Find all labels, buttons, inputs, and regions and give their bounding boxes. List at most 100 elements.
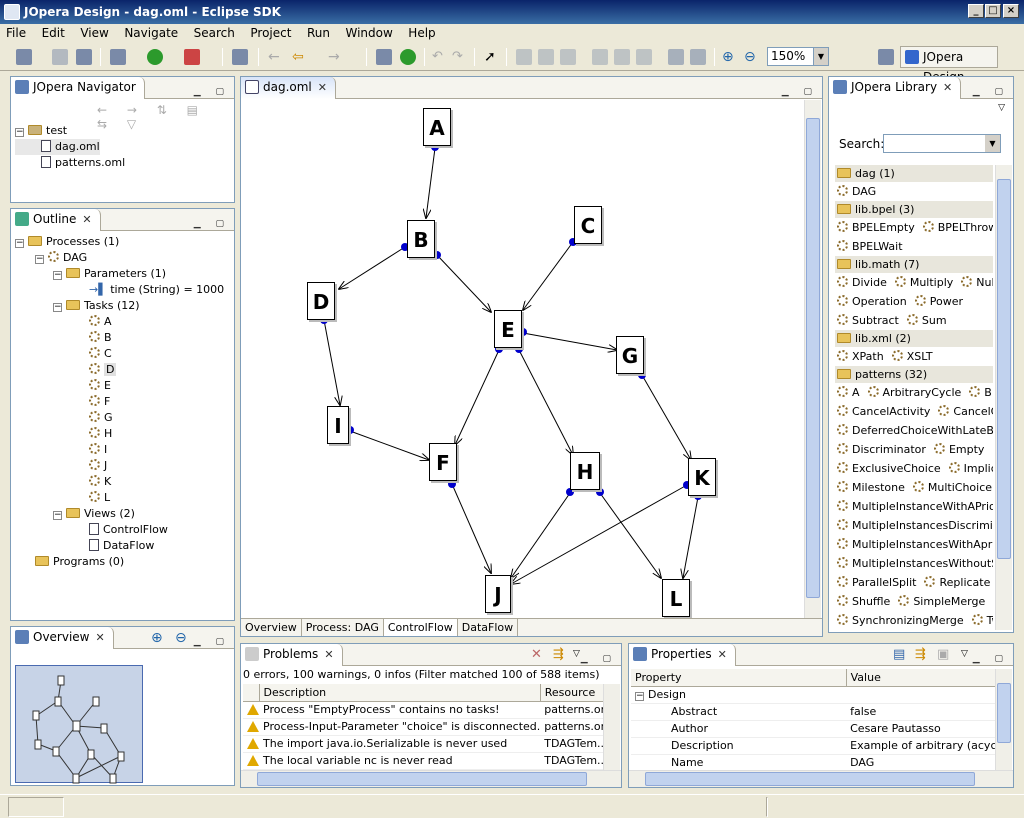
tree-task[interactable]: L [15, 490, 224, 506]
tree-task[interactable]: G [15, 410, 224, 426]
tree-task[interactable]: C [15, 346, 224, 362]
library-item[interactable]: Sum [906, 311, 947, 330]
open-type-icon[interactable] [232, 49, 248, 65]
tree-task[interactable]: H [15, 426, 224, 442]
tree-task[interactable]: I [15, 442, 224, 458]
chevron-down-icon[interactable]: ▼ [985, 135, 1000, 152]
tree-task[interactable]: A [15, 314, 224, 330]
debug-icon[interactable] [110, 49, 126, 65]
library-item[interactable]: Null [961, 273, 993, 292]
align-right-icon[interactable] [560, 49, 576, 65]
category-label[interactable]: lib.xml (2) [855, 332, 911, 345]
library-item[interactable]: A [837, 383, 860, 402]
tree-processes[interactable]: − Processes (1) [15, 234, 224, 250]
table-row[interactable]: Author Cesare Pautasso [631, 720, 997, 738]
align-bottom-icon[interactable] [636, 49, 652, 65]
edge-b-e[interactable] [436, 254, 491, 312]
zoom-combo[interactable]: 150% ▼ [767, 47, 829, 66]
tree-task[interactable]: E [15, 378, 224, 394]
align-center-icon[interactable] [538, 49, 554, 65]
task-node-e[interactable]: E [494, 310, 522, 348]
tab-process-dag[interactable]: Process: DAG [302, 619, 384, 636]
tab-overview-page[interactable]: Overview [241, 619, 302, 636]
library-item[interactable]: CancelActivity [837, 402, 930, 421]
edge-b-d[interactable] [339, 246, 406, 289]
tab-outline[interactable]: Outline ✕ [11, 209, 101, 231]
view-min-max-buttons[interactable]: ▁ ▢ [194, 632, 230, 653]
library-item[interactable]: MultiChoice [912, 478, 992, 497]
maximize-window-button[interactable]: □ [985, 4, 1001, 18]
col-description-header[interactable]: Description [259, 684, 541, 702]
compile-icon[interactable] [376, 49, 392, 65]
editor-vertical-scrollbar[interactable] [804, 100, 821, 620]
library-item[interactable]: MultipleInstanceWithAPrioriD [837, 497, 993, 516]
redo-icon[interactable]: ↷ [452, 49, 468, 65]
select-pointer-icon[interactable]: ➚ [484, 49, 500, 65]
library-item[interactable]: DeferredChoiceWithLateBind [837, 421, 993, 440]
close-icon[interactable]: ✕ [82, 213, 91, 226]
restore-default-icon[interactable]: ▣ [937, 644, 949, 665]
library-item[interactable]: BPELWait [837, 237, 903, 256]
open-perspective-icon[interactable] [878, 49, 894, 65]
library-item[interactable]: Empty [933, 440, 984, 459]
table-row[interactable]: Process "EmptyProcess" contains no tasks… [243, 701, 615, 719]
library-item[interactable]: BPELEmpty [837, 218, 915, 237]
menu-file[interactable]: File [6, 26, 26, 40]
tree-node-project[interactable]: − test [15, 123, 125, 139]
library-item[interactable]: Multiply [894, 273, 953, 292]
tree-programs[interactable]: Programs (0) [15, 554, 224, 570]
align-top-icon[interactable] [592, 49, 608, 65]
edge-a-b[interactable] [426, 147, 436, 218]
minimize-window-button[interactable]: _ [968, 4, 984, 18]
print-icon[interactable] [76, 49, 92, 65]
tree-task-selected[interactable]: D [15, 362, 224, 378]
library-item[interactable]: SimpleMerge [898, 592, 985, 611]
library-item[interactable]: Power [914, 292, 963, 311]
edge-f-j[interactable] [451, 483, 491, 573]
library-item[interactable]: Operation [837, 292, 907, 311]
table-row[interactable]: Abstract false [631, 703, 997, 721]
task-node-h[interactable]: H [570, 452, 600, 490]
scroll-thumb[interactable] [645, 772, 975, 786]
tree-task[interactable]: K [15, 474, 224, 490]
task-node-j[interactable]: J [485, 575, 511, 613]
tree-task[interactable]: J [15, 458, 224, 474]
edge-e-g[interactable] [522, 332, 617, 350]
zoom-out-icon[interactable]: ⊖ [175, 628, 187, 649]
filter-icon[interactable]: ⇶ [553, 644, 564, 665]
run-icon[interactable] [147, 49, 163, 65]
edge-e-f[interactable] [455, 349, 500, 445]
library-item[interactable]: Replicate [924, 573, 990, 592]
menu-view[interactable]: View [80, 26, 108, 40]
scroll-thumb[interactable] [806, 118, 820, 598]
tree-task[interactable]: B [15, 330, 224, 346]
tree-parameters[interactable]: − Parameters (1) [15, 266, 224, 282]
tree-node-dag-oml[interactable]: dag.oml [15, 139, 100, 155]
tree-task[interactable]: F [15, 394, 224, 410]
category-label[interactable]: dag (1) [855, 167, 895, 180]
library-item[interactable]: Twe [971, 611, 993, 629]
diagram-canvas[interactable]: A B C D E G I F H K J L [243, 100, 806, 620]
tab-jopera-library[interactable]: JOpera Library ✕ [829, 77, 962, 99]
library-item[interactable]: CancelCa [938, 402, 993, 421]
view-menu-icon[interactable]: ▽ [998, 103, 1005, 113]
undo-icon[interactable]: ↶ [432, 49, 448, 65]
view-min-max-buttons[interactable]: ▁ ▢ [581, 649, 617, 670]
edge-i-f[interactable] [349, 430, 429, 460]
edge-g-k[interactable] [641, 374, 691, 460]
view-min-max-buttons[interactable]: ▁ ▢ [194, 82, 230, 103]
tree-dag[interactable]: − DAG [15, 250, 224, 266]
category-label[interactable]: patterns (32) [855, 368, 927, 381]
table-row[interactable]: The local variable nc is never read TDAGT… [243, 752, 615, 770]
tab-dataflow[interactable]: DataFlow [458, 619, 519, 636]
perspective-jopera-design[interactable]: JOpera Design [900, 46, 998, 84]
save-icon[interactable] [52, 49, 68, 65]
view-menu-icon[interactable]: ▽ [961, 644, 968, 665]
library-vertical-scrollbar[interactable] [995, 165, 1012, 630]
task-node-f[interactable]: F [429, 443, 457, 481]
zoom-out-icon[interactable]: ⊖ [744, 49, 760, 65]
library-item[interactable]: B [969, 383, 992, 402]
tree-views[interactable]: − Views (2) [15, 506, 224, 522]
library-item[interactable]: SynchronizingMerge [837, 611, 964, 629]
table-row[interactable]: Name DAG [631, 754, 997, 772]
